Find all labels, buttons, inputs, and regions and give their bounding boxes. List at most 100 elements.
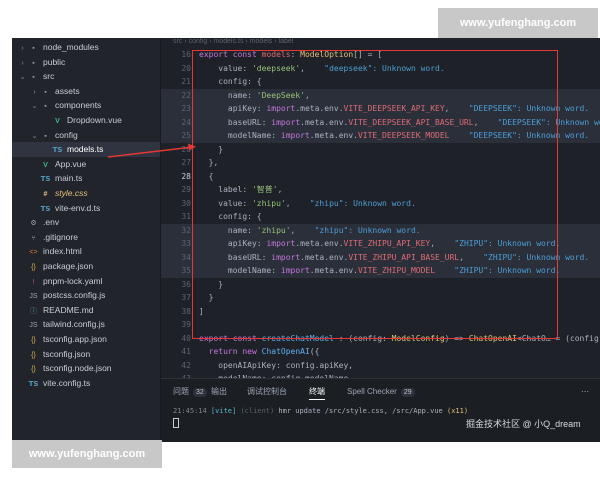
- code-line[interactable]: 40 export const createChatModel : (config…: [161, 332, 600, 346]
- terminal-cursor[interactable]: [173, 418, 179, 428]
- terminal-output-line: 21:45:14 [vite] (client) hmr update /src…: [173, 407, 468, 415]
- explorer-item[interactable]: {} tsconfig.app.json: [12, 332, 160, 347]
- explorer-item[interactable]: ⚙ .env: [12, 215, 160, 230]
- line-number: 41: [181, 347, 191, 356]
- explorer-item[interactable]: › ▪ node_modules: [12, 40, 160, 55]
- panel-tab[interactable]: 终端: [309, 385, 325, 400]
- code-line[interactable]: 42 openAIApiKey: config.apiKey,: [161, 359, 600, 373]
- code-line[interactable]: 23 apiKey: import.meta.env.VITE_DEEPSEEK…: [161, 102, 600, 116]
- code-line[interactable]: 36 }: [161, 278, 600, 292]
- code-token: {: [199, 171, 214, 181]
- code-token: modelName:: [199, 266, 281, 275]
- explorer-item-label: README.md: [43, 304, 94, 315]
- code-token: ChatOpenAI: [468, 333, 517, 343]
- panel-tab[interactable]: 问题 32: [173, 385, 207, 399]
- explorer-item-label: index.html: [43, 246, 82, 257]
- explorer-item[interactable]: V Dropdown.vue: [12, 113, 160, 128]
- explorer-item[interactable]: {} package.json: [12, 259, 160, 274]
- code-line[interactable]: 33 apiKey: import.meta.env.VITE_ZHIPU_AP…: [161, 237, 600, 251]
- explorer-item[interactable]: {} tsconfig.node.json: [12, 361, 160, 376]
- explorer-item-label: package.json: [43, 261, 94, 271]
- explorer-item-label: config: [55, 129, 78, 140]
- code-line[interactable]: 28 {: [161, 170, 600, 184]
- code-line[interactable]: 38]: [161, 305, 600, 319]
- code-line[interactable]: 16 export const models: ModelOption[] = [: [161, 48, 600, 62]
- line-number: 42: [181, 360, 191, 370]
- code-line[interactable]: 31 config: {: [161, 210, 600, 224]
- explorer-item[interactable]: ! pnpm-lock.yaml: [12, 274, 160, 289]
- explorer-item-label: tsconfig.node.json: [43, 363, 112, 374]
- line-number: 27: [181, 158, 191, 167]
- code-token: ,: [459, 252, 484, 262]
- line-number: 26: [181, 144, 191, 154]
- explorer-item[interactable]: JS tailwind.config.js: [12, 317, 160, 332]
- explorer-item[interactable]: TS main.ts: [12, 171, 160, 186]
- explorer-item[interactable]: › ▪ public: [12, 55, 160, 70]
- more-icon[interactable]: ⋯: [581, 385, 589, 399]
- explorer-item[interactable]: ⌄ ▪ config: [12, 128, 160, 143]
- code-line[interactable]: 22 name: 'DeepSeek',: [161, 88, 600, 102]
- explorer-item[interactable]: ⌄ ▪ src: [12, 69, 160, 84]
- code-line[interactable]: 35 modelName: import.meta.env.VITE_ZHIPU…: [161, 264, 600, 278]
- explorer-item[interactable]: TS vite.config.ts: [12, 376, 160, 391]
- code-token: .meta.env.: [309, 266, 358, 275]
- explorer-item[interactable]: › ▪ assets: [12, 84, 160, 99]
- explorer-item-label: .gitignore: [43, 231, 78, 242]
- explorer-item[interactable]: ⌄ ▪ components: [12, 98, 160, 113]
- code-token: }: [199, 279, 224, 289]
- panel-tab[interactable]: 输出: [211, 385, 227, 399]
- explorer-item-label: src: [43, 71, 55, 82]
- code-line[interactable]: 20 value: 'deepseek', "deepseek": Unknow…: [161, 62, 600, 76]
- code-editor[interactable]: src › config › models.ts › models › labe…: [161, 38, 600, 378]
- explorer-item-label: assets: [55, 85, 80, 96]
- code-line[interactable]: 41 return new ChatOpenAI({: [161, 345, 600, 359]
- explorer-item[interactable]: TS vite-env.d.ts: [12, 201, 160, 216]
- breadcrumb-item[interactable]: label: [279, 38, 294, 45]
- spell-warning: "DEEPSEEK": Unknown word.: [497, 117, 600, 127]
- breadcrumb-item[interactable]: src: [173, 38, 182, 45]
- explorer-item[interactable]: ⓘ README.md: [12, 303, 160, 318]
- code-line[interactable]: 25 modelName: import.meta.env.VITE_DEEPS…: [161, 129, 600, 143]
- explorer-item[interactable]: # style.css: [12, 186, 160, 201]
- code-line[interactable]: 21 config: {: [161, 75, 600, 89]
- code-line[interactable]: 30 value: 'zhipu', "zhipu": Unknown word…: [161, 197, 600, 211]
- line-number: 35: [181, 266, 191, 275]
- line-number: 34: [181, 252, 191, 262]
- code-token: import: [280, 131, 310, 140]
- explorer-item[interactable]: V App.vue: [12, 157, 160, 172]
- breadcrumb-item[interactable]: models: [250, 38, 273, 45]
- line-number: 33: [181, 239, 191, 248]
- code-line[interactable]: 29 label: '智普',: [161, 183, 600, 197]
- spell-warning: "zhipu": Unknown word.: [314, 225, 421, 235]
- line-number: 38: [181, 306, 191, 316]
- code-token: models: [261, 50, 291, 59]
- explorer-item[interactable]: <> index.html: [12, 244, 160, 259]
- code-line[interactable]: 32 name: 'zhipu', "zhipu": Unknown word.: [161, 223, 600, 237]
- code-token: baseURL:: [199, 117, 272, 127]
- breadcrumb-item[interactable]: models.ts: [214, 38, 244, 45]
- code-line[interactable]: 24 baseURL: import.meta.env.VITE_DEEPSEE…: [161, 115, 600, 129]
- code-line[interactable]: 26 }: [161, 143, 600, 157]
- spell-warning: "DEEPSEEK": Unknown word.: [468, 131, 590, 140]
- code-token: ChatOpenAI: [261, 347, 310, 356]
- explorer-item[interactable]: TS models.ts: [12, 142, 160, 158]
- code-token: 'DeepSeek': [256, 90, 305, 100]
- explorer-item[interactable]: {} tsconfig.json: [12, 347, 160, 362]
- code-line[interactable]: 27 },: [161, 156, 600, 170]
- explorer-item[interactable]: ⑂ .gitignore: [12, 230, 160, 245]
- code-token: ]: [199, 306, 204, 316]
- code-token: import: [271, 252, 301, 262]
- panel-tab[interactable]: Spell Checker 29: [347, 385, 415, 399]
- explorer-item[interactable]: JS postcss.config.js: [12, 288, 160, 303]
- breadcrumb: src › config › models.ts › models › labe…: [161, 38, 293, 48]
- code-line[interactable]: 39: [161, 318, 600, 332]
- line-number: 21: [181, 77, 191, 86]
- code-line[interactable]: 37 }: [161, 291, 600, 305]
- code-token: <ChatO… = (config:: [516, 333, 600, 343]
- code-line[interactable]: 34 baseURL: import.meta.env.VITE_ZHIPU_A…: [161, 250, 600, 264]
- code-token: VITE_ZHIPU_API_BASE_URL: [348, 252, 460, 262]
- explorer-sidebar: › ▪ node_modules › ▪ public ⌄ ▪ src › ▪ assets ⌄ ▪ com…: [12, 38, 161, 442]
- panel-tab[interactable]: 调试控制台: [247, 385, 287, 399]
- breadcrumb-item[interactable]: config: [189, 38, 208, 45]
